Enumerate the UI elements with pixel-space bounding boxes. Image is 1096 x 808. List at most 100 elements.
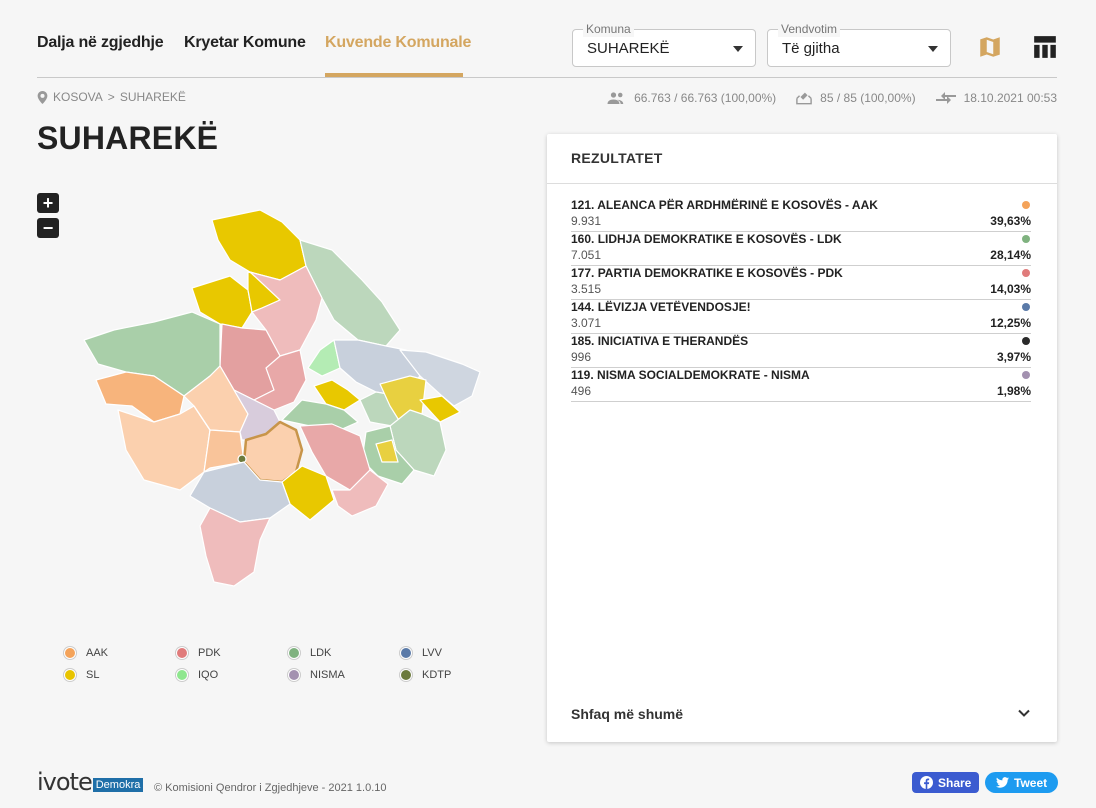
stations-value: 85 / 85 (100,00%) bbox=[820, 90, 916, 105]
chevron-down-icon bbox=[928, 46, 938, 52]
party-name: 144. LËVIZJA VETËVENDOSJE! bbox=[571, 300, 751, 314]
voters-stat: 66.763 / 66.763 (100,00%) bbox=[607, 91, 776, 105]
results-title: REZULTATET bbox=[571, 150, 663, 166]
copyright-text: © Komisioni Qendror i Zgjedhjeve - 2021 … bbox=[154, 782, 387, 794]
zoom-in-button[interactable]: + bbox=[37, 193, 59, 213]
results-card: REZULTATET 121. ALEANCA PËR ARDHMËRINË E… bbox=[547, 134, 1057, 742]
facebook-share-button[interactable]: Share bbox=[912, 772, 980, 793]
vendvotim-select-label: Vendvotim bbox=[778, 21, 841, 37]
result-row: 177. PARTIA DEMOKRATIKE E KOSOVËS - PDK … bbox=[571, 266, 1031, 300]
stations-stat: 85 / 85 (100,00%) bbox=[796, 90, 916, 105]
vendvotim-select-value: Të gjitha bbox=[782, 40, 840, 57]
results-list: 121. ALEANCA PËR ARDHMËRINË E KOSOVËS - … bbox=[571, 198, 1031, 402]
party-votes: 996 bbox=[571, 350, 592, 364]
party-votes: 3.071 bbox=[571, 316, 602, 330]
legend-item: SL bbox=[64, 668, 176, 681]
ivote-logo: ivote Demokra bbox=[37, 768, 144, 796]
legend-label: PDK bbox=[198, 646, 221, 659]
party-color-dot bbox=[1022, 337, 1030, 345]
legend-item: IQO bbox=[176, 668, 288, 681]
tab-turnout[interactable]: Dalja në zgjedhje bbox=[37, 34, 164, 52]
komuna-select-label: Komuna bbox=[583, 21, 634, 37]
legend-item: PDK bbox=[176, 646, 288, 659]
stats-bar: 66.763 / 66.763 (100,00%) 85 / 85 (100,0… bbox=[587, 90, 1057, 105]
result-row: 119. NISMA SOCIALDEMOKRATE - NISMA 496 1… bbox=[571, 368, 1031, 402]
breadcrumb-separator: > bbox=[107, 90, 115, 104]
legend-item: KDTP bbox=[400, 668, 512, 681]
legend-label: IQO bbox=[198, 668, 219, 681]
vendvotim-select[interactable]: Vendvotim Të gjitha bbox=[767, 21, 951, 67]
party-name: 160. LIDHJA DEMOKRATIKE E KOSOVËS - LDK bbox=[571, 232, 842, 246]
table-icon[interactable] bbox=[1032, 34, 1060, 62]
breadcrumb: KOSOVA > SUHAREKË bbox=[37, 90, 186, 104]
map-region[interactable] bbox=[199, 507, 271, 587]
divider bbox=[547, 183, 1057, 184]
legend-dot bbox=[288, 646, 300, 659]
location-pin-icon bbox=[37, 90, 48, 104]
party-color-dot bbox=[1022, 235, 1030, 243]
legend-item: NISMA bbox=[288, 668, 400, 681]
facebook-icon bbox=[920, 776, 933, 789]
breadcrumb-root[interactable]: KOSOVA bbox=[53, 90, 103, 104]
result-row: 121. ALEANCA PËR ARDHMËRINË E KOSOVËS - … bbox=[571, 198, 1031, 232]
party-color-dot bbox=[1022, 371, 1030, 379]
party-votes: 496 bbox=[571, 384, 592, 398]
sync-arrows-icon bbox=[935, 91, 956, 104]
result-row: 144. LËVIZJA VETËVENDOSJE! 3.071 12,25% bbox=[571, 300, 1031, 334]
komuna-select-value: SUHAREKË bbox=[587, 40, 670, 57]
legend-dot bbox=[176, 668, 188, 681]
kosovo-municipalities-map[interactable] bbox=[70, 200, 500, 600]
legend-dot bbox=[64, 646, 76, 659]
legend-item: LDK bbox=[288, 646, 400, 659]
tab-municipal-assembly[interactable]: Kuvende Komunale bbox=[325, 34, 471, 52]
party-name: 119. NISMA SOCIALDEMOKRATE - NISMA bbox=[571, 368, 810, 382]
party-legend: AAK PDK LDK LVV SL IQO NISMA KDTP bbox=[64, 646, 484, 681]
party-votes: 9.931 bbox=[571, 214, 602, 228]
map-icon[interactable] bbox=[977, 34, 1005, 62]
map-region[interactable] bbox=[237, 454, 247, 464]
legend-label: NISMA bbox=[310, 668, 345, 681]
top-navigation: Dalja në zgjedhje Kryetar Komune Kuvende… bbox=[37, 0, 1057, 78]
party-percent: 3,97% bbox=[996, 350, 1031, 364]
legend-dot bbox=[400, 646, 412, 659]
legend-dot bbox=[400, 668, 412, 681]
legend-dot bbox=[64, 668, 76, 681]
party-name: 121. ALEANCA PËR ARDHMËRINË E KOSOVËS - … bbox=[571, 198, 878, 212]
tweet-label: Tweet bbox=[1014, 775, 1048, 790]
legend-label: SL bbox=[86, 668, 100, 681]
twitter-bird-icon bbox=[996, 777, 1009, 788]
party-name: 177. PARTIA DEMOKRATIKE E KOSOVËS - PDK bbox=[571, 266, 843, 280]
chevron-down-icon bbox=[733, 46, 743, 52]
legend-item: AAK bbox=[64, 646, 176, 659]
voters-value: 66.763 / 66.763 (100,00%) bbox=[634, 90, 777, 105]
map-region[interactable] bbox=[211, 209, 307, 281]
komuna-select[interactable]: Komuna SUHAREKË bbox=[572, 21, 756, 67]
updated-value: 18.10.2021 00:53 bbox=[963, 90, 1057, 105]
active-tab-indicator bbox=[325, 73, 463, 77]
result-row: 185. INICIATIVA E THERANDËS 996 3,97% bbox=[571, 334, 1031, 368]
legend-label: AAK bbox=[86, 646, 109, 659]
legend-dot bbox=[176, 646, 188, 659]
chevron-down-icon[interactable] bbox=[1017, 706, 1031, 725]
logo-text: ivote bbox=[37, 768, 93, 796]
legend-label: KDTP bbox=[422, 668, 452, 681]
party-votes: 7.051 bbox=[571, 248, 602, 262]
party-percent: 14,03% bbox=[990, 282, 1031, 296]
zoom-out-button[interactable]: − bbox=[37, 218, 59, 238]
page-title: SUHAREKË bbox=[37, 120, 219, 156]
party-color-dot bbox=[1022, 269, 1030, 277]
show-more-button[interactable]: Shfaq më shumë bbox=[571, 706, 683, 722]
party-color-dot bbox=[1022, 201, 1030, 209]
breadcrumb-current: SUHAREKË bbox=[119, 90, 186, 104]
map-region[interactable] bbox=[117, 405, 211, 491]
party-percent: 1,98% bbox=[996, 384, 1031, 398]
legend-label: LVV bbox=[422, 646, 442, 659]
legend-item: LVV bbox=[400, 646, 512, 659]
tab-mayor[interactable]: Kryetar Komune bbox=[184, 34, 306, 52]
legend-label: LDK bbox=[310, 646, 332, 659]
party-percent: 12,25% bbox=[990, 316, 1031, 330]
party-percent: 28,14% bbox=[990, 248, 1031, 262]
updated-stat: 18.10.2021 00:53 bbox=[935, 90, 1057, 105]
party-percent: 39,63% bbox=[990, 214, 1031, 228]
tweet-button[interactable]: Tweet bbox=[985, 772, 1059, 793]
